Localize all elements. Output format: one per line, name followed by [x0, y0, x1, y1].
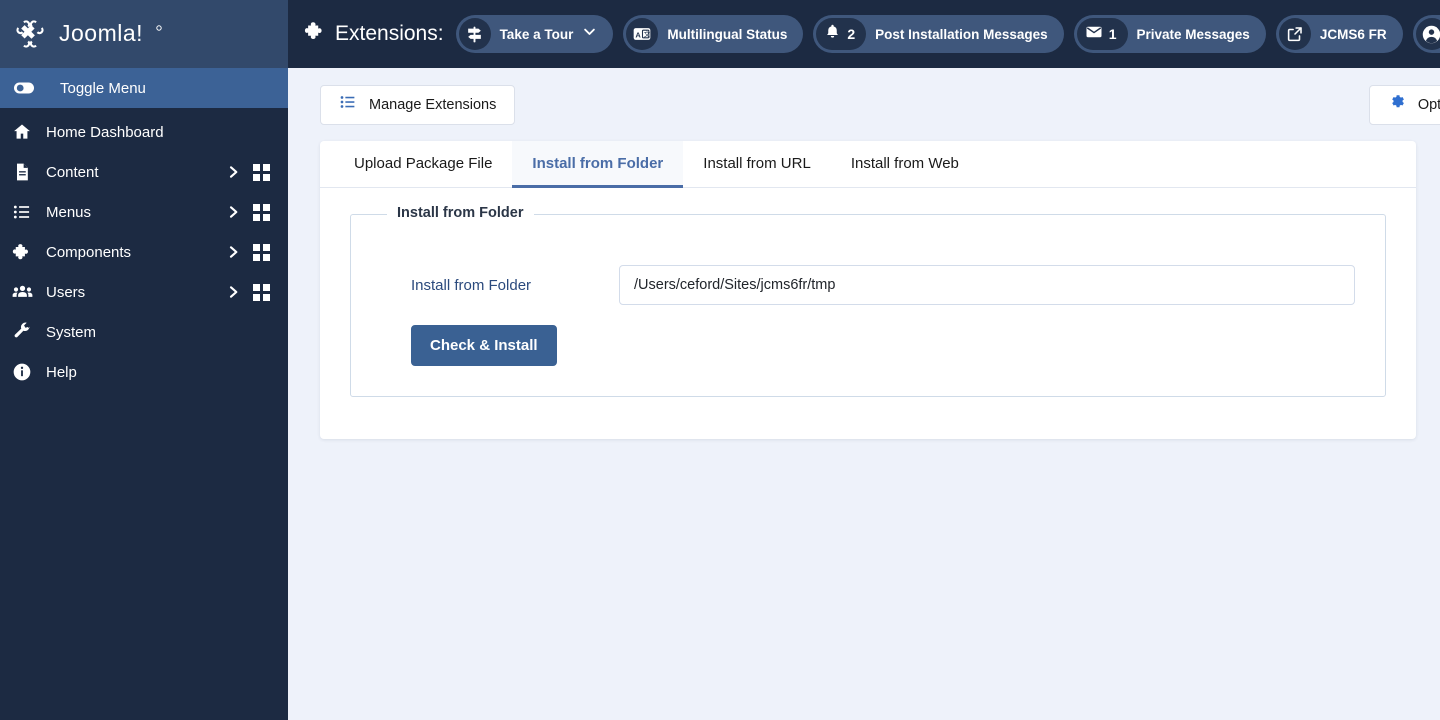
svg-text:文: 文 — [644, 30, 651, 39]
svg-text:A: A — [636, 30, 642, 39]
users-icon — [12, 282, 38, 303]
tab-upload-package-file[interactable]: Upload Package File — [334, 141, 512, 188]
chevron-right-icon[interactable] — [220, 284, 246, 300]
install-tabs: Upload Package File Install from Folder … — [320, 141, 1416, 188]
dashboard-grid-icon[interactable] — [246, 283, 276, 301]
manage-extensions-label: Manage Extensions — [369, 96, 497, 113]
site-link-label: JCMS6 FR — [1319, 26, 1387, 42]
envelope-badge-group: 1 — [1076, 18, 1128, 50]
post-installation-messages-count: 2 — [847, 26, 856, 42]
take-a-tour-label: Take a Tour — [499, 26, 574, 42]
private-messages-count: 1 — [1108, 26, 1117, 42]
sidebar-item-label: Home Dashboard — [46, 123, 164, 141]
envelope-icon — [1085, 23, 1103, 46]
sidebar: Joomla! Toggle Menu Home Dashboard Conte… — [0, 0, 288, 720]
sidebar-item-content[interactable]: Content — [0, 152, 288, 192]
tab-install-from-folder[interactable]: Install from Folder — [512, 141, 684, 188]
document-icon — [12, 162, 38, 182]
home-icon — [12, 122, 38, 142]
user-avatar-icon — [1415, 18, 1440, 50]
puzzle-piece-icon — [12, 242, 38, 262]
page-title-text: Extensions: — [335, 22, 444, 45]
sidebar-toggle-menu[interactable]: Toggle Menu — [0, 68, 288, 108]
sidebar-toggle-label: Toggle Menu — [60, 79, 146, 97]
sidebar-item-label: Content — [46, 163, 99, 181]
bell-badge-group: 2 — [816, 18, 867, 50]
page-title: Extensions: — [304, 20, 444, 48]
sidebar-item-components[interactable]: Components — [0, 232, 288, 272]
options-label: Options — [1417, 96, 1440, 113]
multilingual-status-button[interactable]: A文 Multilingual Status — [623, 15, 804, 53]
site-link-button[interactable]: JCMS6 FR — [1275, 15, 1403, 53]
sidebar-item-menus[interactable]: Menus — [0, 192, 288, 232]
action-toolbar: Manage Extensions Options ? Help — [288, 68, 1440, 141]
gear-icon — [1388, 93, 1406, 116]
tab-panel-install-from-folder: Install from Folder Install from Folder … — [320, 188, 1416, 439]
take-a-tour-button[interactable]: Take a Tour — [455, 15, 614, 53]
toolbar-right-group: Options ? Help — [1368, 84, 1440, 125]
list-icon — [12, 202, 38, 222]
check-and-install-button[interactable]: Check & Install — [411, 325, 557, 366]
user-menu-button[interactable]: User Menu — [1412, 15, 1440, 53]
sidebar-item-label: System — [46, 323, 97, 341]
list-icon — [339, 93, 357, 116]
svg-text:Joomla!: Joomla! — [59, 21, 143, 46]
post-installation-messages-label: Post Installation Messages — [875, 26, 1048, 42]
joomla-logo-icon — [10, 14, 50, 54]
joomla-logo: Joomla! — [10, 14, 209, 54]
sidebar-item-help[interactable]: Help — [0, 352, 288, 392]
dashboard-grid-icon[interactable] — [246, 163, 276, 181]
chevron-right-icon[interactable] — [220, 204, 246, 220]
content-card: Upload Package File Install from Folder … — [320, 141, 1416, 439]
main-area: Extensions: Take a Tour A文 Multilingual … — [288, 0, 1440, 720]
install-folder-label: Install from Folder — [411, 276, 532, 294]
chevron-down-icon — [582, 24, 597, 44]
options-button[interactable]: Options — [1368, 84, 1440, 125]
dashboard-grid-icon[interactable] — [246, 203, 276, 221]
joomla-wordmark: Joomla! — [59, 20, 209, 47]
sidebar-item-label: Components — [46, 243, 132, 261]
sidebar-nav: Home Dashboard Content Menus Components … — [0, 108, 288, 392]
private-messages-button[interactable]: 1 Private Messages — [1073, 15, 1266, 53]
multilingual-status-label: Multilingual Status — [667, 26, 788, 42]
install-folder-input[interactable] — [619, 265, 1355, 305]
brand-header[interactable]: Joomla! — [0, 0, 288, 68]
install-actions: Check & Install — [381, 325, 1355, 366]
toggle-switch-icon — [12, 76, 38, 100]
private-messages-label: Private Messages — [1136, 26, 1250, 42]
fieldset-legend: Install from Folder — [387, 205, 534, 221]
external-link-icon — [1278, 18, 1311, 50]
chevron-right-icon[interactable] — [220, 164, 246, 180]
top-header-bar: Extensions: Take a Tour A文 Multilingual … — [288, 0, 1440, 68]
toolbar-left-group: Manage Extensions — [320, 84, 516, 125]
chevron-right-icon[interactable] — [220, 244, 246, 260]
sidebar-item-users[interactable]: Users — [0, 272, 288, 312]
puzzle-piece-icon — [304, 20, 326, 48]
install-folder-row: Install from Folder — [381, 265, 1355, 305]
signpost-icon — [458, 18, 491, 50]
joomla-admin-app: Joomla! Toggle Menu Home Dashboard Conte… — [0, 0, 1440, 720]
sidebar-item-label: Help — [46, 363, 77, 381]
translate-icon: A文 — [626, 18, 659, 50]
wrench-icon — [12, 322, 38, 342]
install-from-folder-fieldset: Install from Folder Install from Folder … — [350, 205, 1386, 397]
dashboard-grid-icon[interactable] — [246, 243, 276, 261]
sidebar-item-system[interactable]: System — [0, 312, 288, 352]
post-installation-messages-button[interactable]: 2 Post Installation Messages — [813, 15, 1064, 53]
info-circle-icon — [12, 362, 38, 382]
bell-icon — [824, 23, 841, 45]
manage-extensions-button[interactable]: Manage Extensions — [320, 84, 516, 125]
sidebar-item-home-dashboard[interactable]: Home Dashboard — [0, 112, 288, 152]
tab-install-from-web[interactable]: Install from Web — [831, 141, 979, 188]
sidebar-item-label: Menus — [46, 203, 92, 221]
sidebar-item-label: Users — [46, 283, 86, 301]
tab-install-from-url[interactable]: Install from URL — [683, 141, 831, 188]
